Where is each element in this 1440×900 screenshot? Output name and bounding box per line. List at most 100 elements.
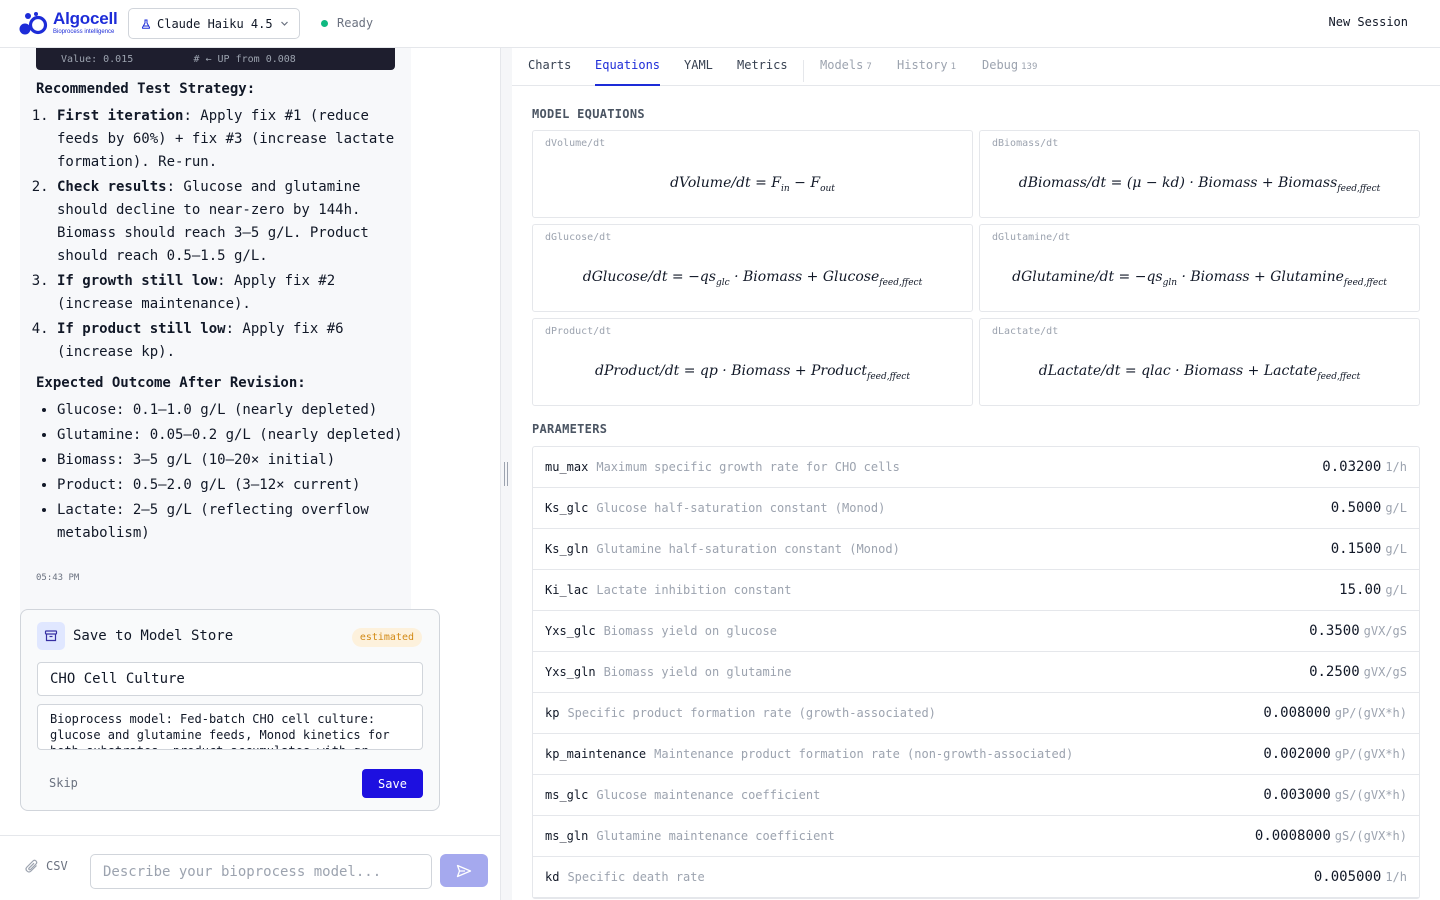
param-name: Ks_gln [545, 542, 589, 556]
send-button[interactable] [440, 854, 488, 887]
list-item: Product: 0.5–2.0 g/L (3–12× current) [57, 474, 406, 497]
model-selector[interactable]: Claude Haiku 4.5 [128, 8, 300, 39]
tab-yaml[interactable]: YAML [684, 58, 713, 86]
save-card-title: Save to Model Store [73, 628, 234, 644]
equation-label: dGlutamine/dt [992, 232, 1071, 243]
status-dot [321, 19, 328, 27]
equation-card: dGlutamine/dt dGlutamine/dt = −qsgln · B… [979, 224, 1420, 312]
list-item: If product still low: Apply fix #6 (incr… [57, 318, 406, 364]
param-unit: g/L [1385, 501, 1407, 515]
archive-icon [37, 622, 65, 650]
parameter-row[interactable]: Ks_gln Glutamine half-saturation constant… [533, 529, 1419, 570]
param-unit: g/L [1385, 542, 1407, 556]
strategy-list: First iteration: Apply fix #1 (reduce fe… [57, 105, 406, 364]
param-unit: g/L [1385, 583, 1407, 597]
tab-count: 7 [866, 62, 872, 72]
param-desc: Glutamine maintenance coefficient [596, 829, 835, 843]
param-value: 0.003000 [1263, 787, 1331, 803]
logo-icon [19, 12, 48, 35]
param-name: Ks_glc [545, 501, 589, 515]
equation-formula: dGlucose/dt = −qsglc · Biomass + Glucose… [582, 269, 923, 288]
status-indicator: Ready [321, 16, 373, 30]
param-desc: Biomass yield on glutamine [603, 665, 792, 679]
model-name-field[interactable] [37, 662, 423, 696]
parameter-row[interactable]: Yxs_glc Biomass yield on glucose 0.3500 gVX… [533, 611, 1419, 652]
list-item: First iteration: Apply fix #1 (reduce fe… [57, 105, 406, 174]
parameter-row[interactable]: kd Specific death rate 0.005000 1/h [533, 857, 1419, 898]
param-desc: Lactate inhibition constant [596, 583, 792, 597]
equation-label: dGlucose/dt [545, 232, 612, 243]
outcome-heading: Expected Outcome After Revision: [36, 375, 306, 391]
save-button[interactable]: Save [362, 769, 423, 798]
list-item: If growth still low: Apply fix #2 (incre… [57, 270, 406, 316]
parameters-heading: PARAMETERS [532, 422, 608, 436]
parameter-row[interactable]: mu_max Maximum specific growth rate for C… [533, 447, 1419, 488]
tab-equations[interactable]: Equations [595, 58, 661, 86]
equation-formula: dGlutamine/dt = −qsgln · Biomass + Gluta… [1012, 269, 1387, 288]
parameter-row[interactable]: Yxs_gln Biomass yield on glutamine 0.2500 g… [533, 652, 1419, 693]
status-text: Ready [337, 16, 374, 30]
param-desc: Biomass yield on glucose [603, 624, 777, 638]
param-unit: 1/h [1385, 870, 1407, 884]
param-value: 0.0008000 [1254, 828, 1331, 844]
model-description-field[interactable]: Bioprocess model: Fed-batch CHO cell cul… [37, 704, 423, 750]
flask-icon [141, 19, 151, 29]
param-value: 0.3500 [1309, 623, 1360, 639]
resize-handle[interactable] [504, 462, 508, 486]
prompt-input[interactable] [90, 854, 432, 889]
param-name: Yxs_gln [545, 665, 596, 679]
param-unit: gP/(gVX*h) [1334, 747, 1407, 761]
param-unit: gP/(gVX*h) [1334, 706, 1407, 720]
model-selector-value: Claude Haiku 4.5 [157, 16, 273, 31]
equations-heading: MODEL EQUATIONS [532, 107, 645, 121]
param-value: 0.005000 [1313, 869, 1382, 885]
tab-separator [803, 60, 804, 82]
param-value: 0.2500 [1309, 664, 1360, 680]
new-session-button[interactable]: New Session [1329, 15, 1408, 29]
param-desc: Glucose maintenance coefficient [596, 788, 821, 802]
message-timestamp: 05:43 PM [36, 573, 80, 583]
strategy-heading: Recommended Test Strategy: [36, 81, 256, 97]
tab-charts[interactable]: Charts [528, 58, 571, 86]
tab-debug[interactable]: Debug 139 [982, 58, 1037, 86]
chevron-down-icon [281, 21, 288, 26]
list-item: Check results: Glucose and glutamine sho… [57, 176, 406, 268]
top-bar: Algocell Bioprocess intelligence Claude … [0, 0, 1440, 48]
save-model-card: Save to Model Store estimated Bioprocess… [20, 609, 440, 811]
parameter-row[interactable]: Ks_glc Glucose half-saturation constant (… [533, 488, 1419, 529]
param-name: Ki_lac [545, 583, 589, 597]
param-desc: Specific death rate [567, 870, 705, 884]
param-name: mu_max [545, 460, 589, 474]
equation-card: dProduct/dt dProduct/dt = qp · Biomass +… [532, 318, 973, 406]
tab-count: 1 [950, 62, 956, 72]
equation-card: dGlucose/dt dGlucose/dt = −qsglc · Bioma… [532, 224, 973, 312]
equation-formula: dBiomass/dt = (μ − kd) · Biomass + Bioma… [1018, 175, 1381, 194]
param-value: 15.00 [1339, 582, 1382, 598]
tab-models[interactable]: Models 7 [820, 58, 872, 86]
param-unit: gS/(gVX*h) [1334, 829, 1407, 843]
equation-formula: dVolume/dt = Fin − Fout [670, 175, 835, 194]
parameter-row[interactable]: kp_maintenance Maintenance product format… [533, 734, 1419, 775]
logo[interactable]: Algocell Bioprocess intelligence [19, 10, 118, 36]
param-name: ms_glc [545, 788, 589, 802]
equation-card: dVolume/dt dVolume/dt = Fin − Fout [532, 130, 973, 218]
param-value: 0.008000 [1263, 705, 1331, 721]
results-panel: Charts Equations YAML Metrics Models 7 Hi… [512, 48, 1440, 900]
list-item: Lactate: 2–5 g/L (reflecting overflow me… [57, 499, 406, 545]
code-block: Value: 0.015 # ← UP from 0.008 [36, 48, 395, 70]
attach-csv-button[interactable]: CSV [24, 858, 68, 874]
equation-card: dLactate/dt dLactate/dt = qlac · Biomass… [979, 318, 1420, 406]
tab-history[interactable]: History 1 [897, 58, 956, 86]
parameter-row[interactable]: kp Specific product formation rate (growt… [533, 693, 1419, 734]
parameter-row[interactable]: ms_gln Glutamine maintenance coefficient 0… [533, 816, 1419, 857]
list-item: Glutamine: 0.05–0.2 g/L (nearly depleted… [57, 424, 406, 447]
parameter-row[interactable]: ms_glc Glucose maintenance coefficient 0.0… [533, 775, 1419, 816]
message-body: Recommended Test Strategy: First iterati… [36, 78, 406, 547]
chat-panel: Value: 0.015 # ← UP from 0.008 Recommend… [0, 48, 500, 900]
equation-label: dProduct/dt [545, 326, 612, 337]
skip-button[interactable]: Skip [49, 776, 78, 790]
tab-metrics[interactable]: Metrics [737, 58, 788, 86]
estimated-badge: estimated [351, 628, 422, 647]
parameter-row[interactable]: Ki_lac Lactate inhibition constant 15.00 g/… [533, 570, 1419, 611]
param-value: 0.5000 [1330, 500, 1382, 516]
